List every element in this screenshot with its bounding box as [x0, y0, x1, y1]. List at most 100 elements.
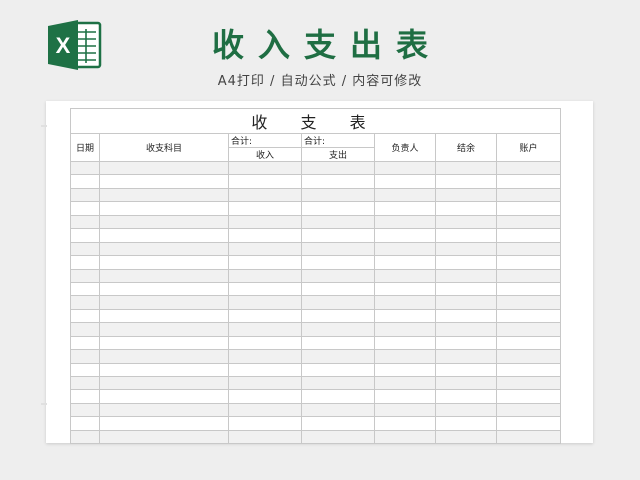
table-cell — [99, 416, 229, 431]
table-cell — [301, 362, 375, 378]
table-row — [70, 214, 562, 230]
table-cell — [301, 295, 375, 310]
table-cell — [228, 241, 302, 257]
table-cell — [374, 322, 436, 337]
sheet-title: 收 支 表 — [69, 108, 562, 134]
table-cell — [435, 228, 497, 243]
table-cell — [70, 335, 100, 351]
table-cell — [374, 362, 436, 378]
table-cell — [99, 429, 229, 445]
table-cell — [435, 308, 497, 324]
table-cell — [228, 228, 302, 243]
table-cell — [301, 214, 375, 230]
table-cell — [301, 349, 375, 364]
table-cell — [374, 416, 436, 431]
table-cell — [435, 268, 497, 283]
table-row — [70, 241, 562, 257]
table-cell — [99, 201, 229, 216]
table-body — [70, 160, 562, 445]
table-row — [70, 201, 562, 216]
table-cell — [228, 201, 302, 216]
table-row — [70, 402, 562, 418]
table-cell — [70, 160, 100, 176]
table-cell — [495, 349, 562, 364]
table-cell — [374, 201, 436, 216]
table-cell — [228, 375, 302, 391]
table-cell — [495, 214, 562, 230]
table-cell — [99, 402, 229, 418]
table-cell — [70, 241, 100, 257]
table-cell — [228, 322, 302, 337]
table-cell — [374, 402, 436, 418]
table-cell — [374, 349, 436, 364]
table-cell — [70, 281, 100, 297]
table-cell — [374, 429, 436, 445]
table-cell — [374, 241, 436, 257]
table-row — [70, 335, 562, 351]
table-cell — [301, 201, 375, 216]
table-cell — [301, 187, 375, 203]
table-cell — [228, 268, 302, 283]
table-cell — [70, 187, 100, 203]
table-cell — [374, 335, 436, 351]
table-row — [70, 362, 562, 378]
table-cell — [70, 201, 100, 216]
table-cell — [435, 201, 497, 216]
table-cell — [99, 187, 229, 203]
table-cell — [495, 375, 562, 391]
table-cell — [374, 255, 436, 270]
income-total-label: 合计: — [228, 133, 302, 148]
table-cell — [70, 255, 100, 270]
table-cell — [301, 160, 375, 176]
table-cell — [495, 362, 562, 378]
table-cell — [435, 281, 497, 297]
table-cell — [99, 349, 229, 364]
table-cell — [228, 402, 302, 418]
table-cell — [99, 308, 229, 324]
table-cell — [435, 349, 497, 364]
table-cell — [99, 362, 229, 378]
col-header-subject: 收支科目 — [99, 133, 229, 162]
table-cell — [435, 416, 497, 431]
col-header-settled: 结余 — [435, 133, 497, 162]
table-cell — [435, 160, 497, 176]
sheet-edge-mark — [41, 403, 47, 405]
table-cell — [70, 416, 100, 431]
table-cell — [435, 174, 497, 189]
table-cell — [99, 389, 229, 404]
table-row — [70, 308, 562, 324]
table-cell — [301, 322, 375, 337]
table-cell — [70, 429, 100, 445]
table-cell — [374, 308, 436, 324]
table-cell — [435, 214, 497, 230]
table-cell — [435, 335, 497, 351]
table-cell — [435, 389, 497, 404]
table-cell — [228, 255, 302, 270]
table-cell — [301, 416, 375, 431]
table-cell — [228, 335, 302, 351]
table-cell — [435, 375, 497, 391]
table-cell — [301, 281, 375, 297]
col-header-date: 日期 — [70, 133, 100, 162]
table-cell — [228, 174, 302, 189]
table-cell — [374, 160, 436, 176]
table-cell — [70, 322, 100, 337]
table-cell — [70, 349, 100, 364]
table-cell — [99, 228, 229, 243]
table-cell — [435, 402, 497, 418]
sheet-edge-mark — [41, 125, 47, 127]
table-cell — [374, 228, 436, 243]
table-cell — [228, 187, 302, 203]
table-cell — [70, 402, 100, 418]
table-row — [70, 174, 562, 189]
table-cell — [495, 255, 562, 270]
table-cell — [228, 295, 302, 310]
col-header-income: 收入 — [228, 147, 302, 162]
col-header-expense: 支出 — [301, 147, 375, 162]
table-cell — [301, 375, 375, 391]
table-cell — [374, 281, 436, 297]
table-row — [70, 389, 562, 404]
table-cell — [70, 295, 100, 310]
table-cell — [99, 174, 229, 189]
table-row — [70, 322, 562, 337]
